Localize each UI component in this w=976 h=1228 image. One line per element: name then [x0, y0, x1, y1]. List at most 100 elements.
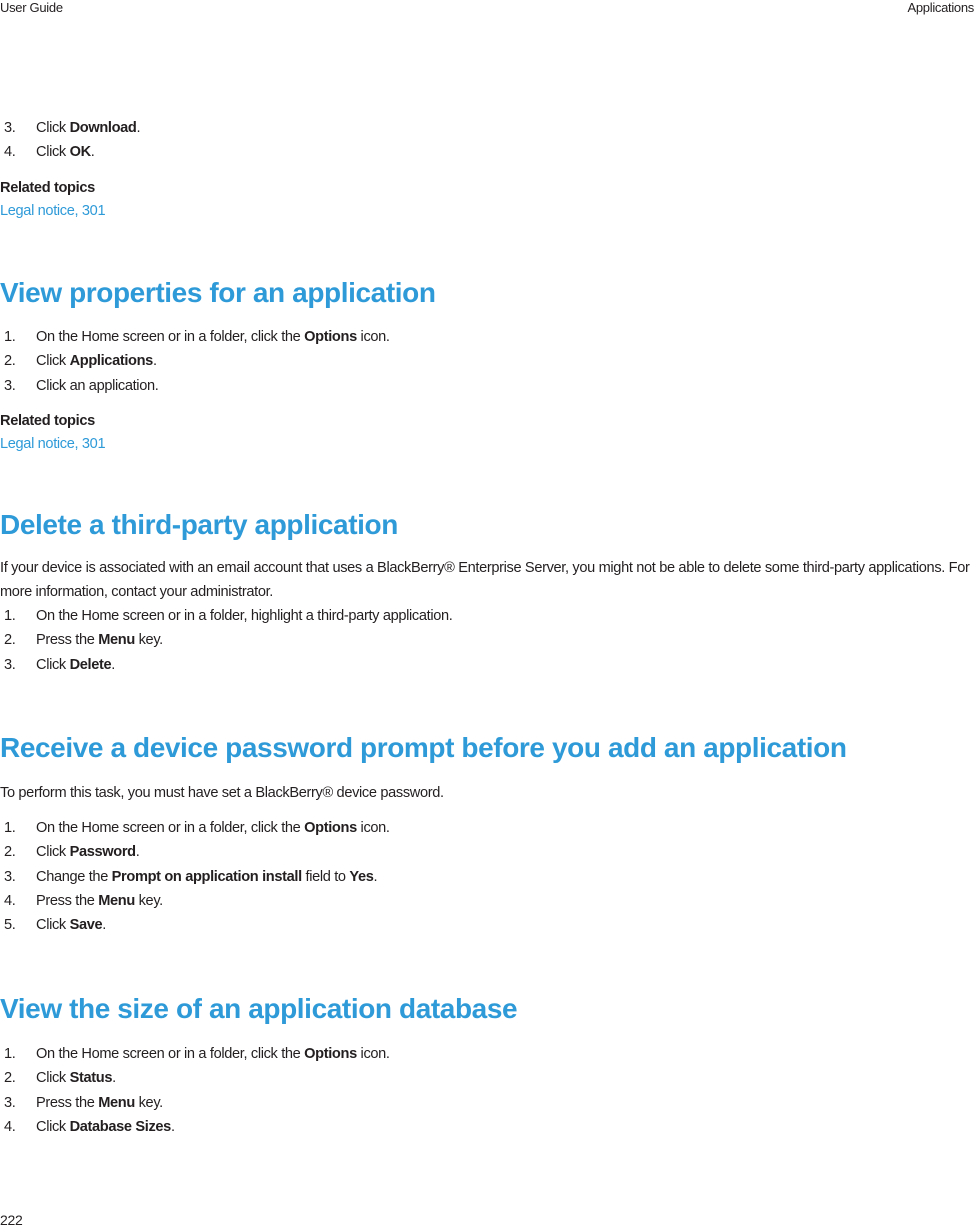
- step-text: Click: [36, 353, 70, 370]
- running-header-chapter: Applications: [907, 0, 975, 15]
- ui-term: Yes: [349, 868, 374, 885]
- legal-notice-link[interactable]: Legal notice, 301: [0, 433, 976, 456]
- step-text: Click: [36, 917, 70, 934]
- section-heading: Delete a third-party application: [0, 509, 398, 540]
- step-text: .: [102, 917, 106, 934]
- steps-list: 1. On the Home screen or in a folder, cli…: [0, 1042, 976, 1139]
- step-number: 2.: [4, 1070, 16, 1087]
- step-item: 3. Click an application.: [0, 374, 976, 398]
- step-item: 2. Press the Menu key.: [0, 628, 976, 652]
- step-text: Click: [36, 120, 70, 136]
- ui-term: Options: [304, 820, 357, 836]
- step-item: 5. Click Save.: [0, 913, 976, 937]
- ui-term: Menu: [98, 1094, 135, 1111]
- ui-term: Options: [304, 1046, 357, 1062]
- intro-paragraph: To perform this task, you must have set …: [0, 785, 444, 801]
- steps-list: 1. On the Home screen or in a folder, cli…: [0, 325, 976, 398]
- steps-list: 1. On the Home screen or in a folder, hig…: [0, 604, 976, 677]
- section-database-size: View the size of an application database: [0, 992, 976, 1026]
- section-view-properties: View properties for an application: [0, 276, 976, 310]
- step-text: key.: [134, 632, 164, 649]
- step-text: On the Home screen or in a folder, click…: [36, 1046, 305, 1062]
- step-text: Click: [36, 1118, 70, 1135]
- step-text: .: [112, 1070, 116, 1087]
- step-item: 2. Click Applications.: [0, 349, 976, 373]
- step-number: 5.: [4, 917, 16, 934]
- step-text: .: [136, 120, 141, 136]
- ui-term: Prompt on application install: [111, 868, 302, 885]
- ui-term: Delete: [69, 656, 112, 673]
- step-text: Press the: [36, 632, 99, 649]
- section-intro: To perform this task, you must have set …: [0, 781, 976, 805]
- ui-term: Applications: [69, 353, 154, 370]
- ui-term: Options: [304, 329, 357, 345]
- step-number: 3.: [4, 868, 16, 885]
- related-topics-heading: Related topics: [0, 180, 95, 196]
- step-text: icon.: [356, 1046, 390, 1062]
- step-text: icon.: [356, 329, 390, 345]
- step-item: 3. Click Download.: [0, 116, 976, 140]
- section-heading: View properties for an application: [0, 277, 436, 308]
- related-topics: Related topics Legal notice, 301: [0, 410, 976, 456]
- step-text: .: [152, 353, 157, 370]
- step-text: On the Home screen or in a folder, click…: [36, 820, 305, 836]
- running-header-title: User Guide: [0, 0, 63, 15]
- step-number: 2.: [4, 844, 16, 861]
- ui-term: Status: [69, 1070, 113, 1087]
- step-text: Click: [36, 656, 70, 673]
- step-item: 4. Click OK.: [0, 140, 976, 164]
- step-item: 1. On the Home screen or in a folder, cli…: [0, 816, 976, 840]
- ui-term: OK: [69, 144, 92, 161]
- section-heading: Receive a device password prompt before …: [0, 732, 847, 763]
- related-topics: Related topics Legal notice, 301: [0, 177, 976, 223]
- legal-notice-link[interactable]: Legal notice, 301: [0, 200, 976, 223]
- step-text: On the Home screen or in a folder, click…: [36, 329, 305, 345]
- ui-term: Database Sizes: [69, 1118, 172, 1135]
- step-text: icon.: [356, 820, 390, 836]
- step-number: 2.: [4, 353, 16, 370]
- ui-term: Save: [69, 917, 103, 934]
- section-heading: View the size of an application database: [0, 993, 518, 1024]
- related-topics-heading: Related topics: [0, 413, 95, 429]
- section-delete-third-party: Delete a third-party application: [0, 508, 976, 542]
- continued-steps: 3. Click Download. 4. Click OK.: [0, 116, 976, 165]
- step-number: 4.: [4, 1118, 16, 1135]
- step-number: 4.: [4, 144, 16, 161]
- ui-term: Password: [69, 844, 137, 861]
- step-text: Press the: [36, 1094, 99, 1111]
- step-text: .: [90, 144, 95, 161]
- step-item: 1. On the Home screen or in a folder, cli…: [0, 325, 976, 349]
- step-text: Press the: [36, 892, 99, 909]
- step-text: field to: [301, 868, 350, 885]
- step-number: 3.: [4, 377, 16, 394]
- step-item: 3. Press the Menu key.: [0, 1091, 976, 1115]
- ui-term: Download: [69, 120, 137, 136]
- section-intro: If your device is associated with an ema…: [0, 556, 976, 604]
- step-text: Change the: [36, 868, 112, 885]
- step-text: key.: [134, 1094, 164, 1111]
- step-item: 3. Click Delete.: [0, 653, 976, 677]
- step-number: 3.: [4, 1094, 16, 1111]
- step-text: Click: [36, 144, 70, 161]
- step-text: Click: [36, 844, 70, 861]
- step-number: 2.: [4, 632, 16, 649]
- step-number: 1.: [4, 329, 16, 345]
- step-item: 4. Click Database Sizes.: [0, 1115, 976, 1139]
- step-text: .: [170, 1118, 175, 1135]
- step-number: 4.: [4, 892, 16, 909]
- step-number: 3.: [4, 656, 16, 673]
- step-item: 4. Press the Menu key.: [0, 889, 976, 913]
- step-number: 1.: [4, 1046, 16, 1062]
- steps-list: 1. On the Home screen or in a folder, cli…: [0, 816, 976, 937]
- step-text: On the Home screen or in a folder, highl…: [36, 608, 453, 624]
- step-number: 1.: [4, 608, 16, 624]
- step-text: .: [135, 844, 140, 861]
- step-text: Click: [36, 1070, 70, 1087]
- step-item: 3. Change the Prompt on application insta…: [0, 865, 976, 889]
- step-text: Click an application.: [36, 377, 159, 394]
- step-item: 2. Click Password.: [0, 840, 976, 864]
- step-text: .: [111, 656, 115, 673]
- ui-term: Menu: [98, 892, 135, 909]
- section-password-prompt: Receive a device password prompt before …: [0, 731, 976, 765]
- step-item: 2. Click Status.: [0, 1066, 976, 1090]
